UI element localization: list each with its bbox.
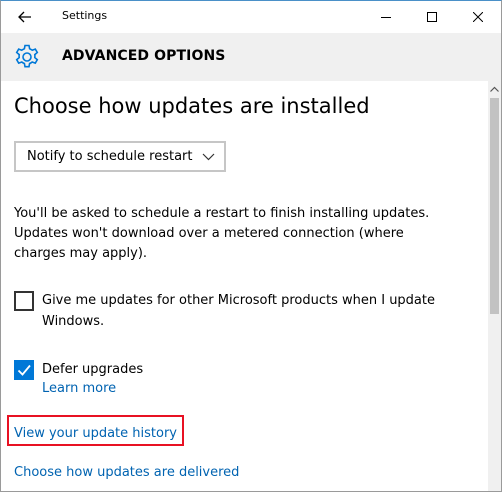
page-header: ADVANCED OPTIONS — [1, 33, 501, 81]
gear-icon — [15, 44, 39, 68]
learn-more-link[interactable]: Learn more — [42, 381, 116, 396]
dropdown-value: Notify to schedule restart — [27, 149, 193, 164]
window-title: Settings — [62, 9, 108, 22]
other-products-checkbox[interactable] — [14, 291, 34, 311]
vertical-scrollbar[interactable] — [488, 81, 501, 491]
header-title: ADVANCED OPTIONS — [62, 48, 226, 64]
checkmark-icon — [17, 364, 31, 376]
choose-delivery-link[interactable]: Choose how updates are delivered — [14, 465, 239, 480]
close-button[interactable] — [455, 1, 501, 33]
scroll-up-icon[interactable] — [490, 85, 499, 94]
minimize-button[interactable] — [363, 1, 409, 33]
page-title: Choose how updates are installed — [14, 94, 370, 118]
defer-upgrades-checkbox[interactable] — [14, 360, 34, 380]
back-button[interactable] — [1, 1, 49, 33]
settings-window: Settings ADVANCED OPTIONS Choose how upd… — [0, 0, 502, 492]
maximize-button[interactable] — [409, 1, 455, 33]
title-bar: Settings — [1, 1, 501, 33]
other-products-label[interactable]: Give me updates for other Microsoft prod… — [42, 290, 462, 332]
chevron-down-icon — [202, 153, 215, 161]
minimize-icon — [381, 17, 391, 18]
maximize-icon — [427, 12, 437, 22]
main-content: Choose how updates are installed Notify … — [1, 81, 488, 491]
back-arrow-icon — [18, 11, 31, 23]
scrollbar-thumb[interactable] — [490, 98, 499, 314]
view-update-history-link[interactable]: View your update history — [14, 426, 177, 441]
description-text: You'll be asked to schedule a restart to… — [14, 206, 430, 261]
close-icon — [473, 12, 483, 22]
install-mode-dropdown[interactable]: Notify to schedule restart — [14, 141, 226, 172]
defer-upgrades-label[interactable]: Defer upgrades — [42, 359, 143, 380]
